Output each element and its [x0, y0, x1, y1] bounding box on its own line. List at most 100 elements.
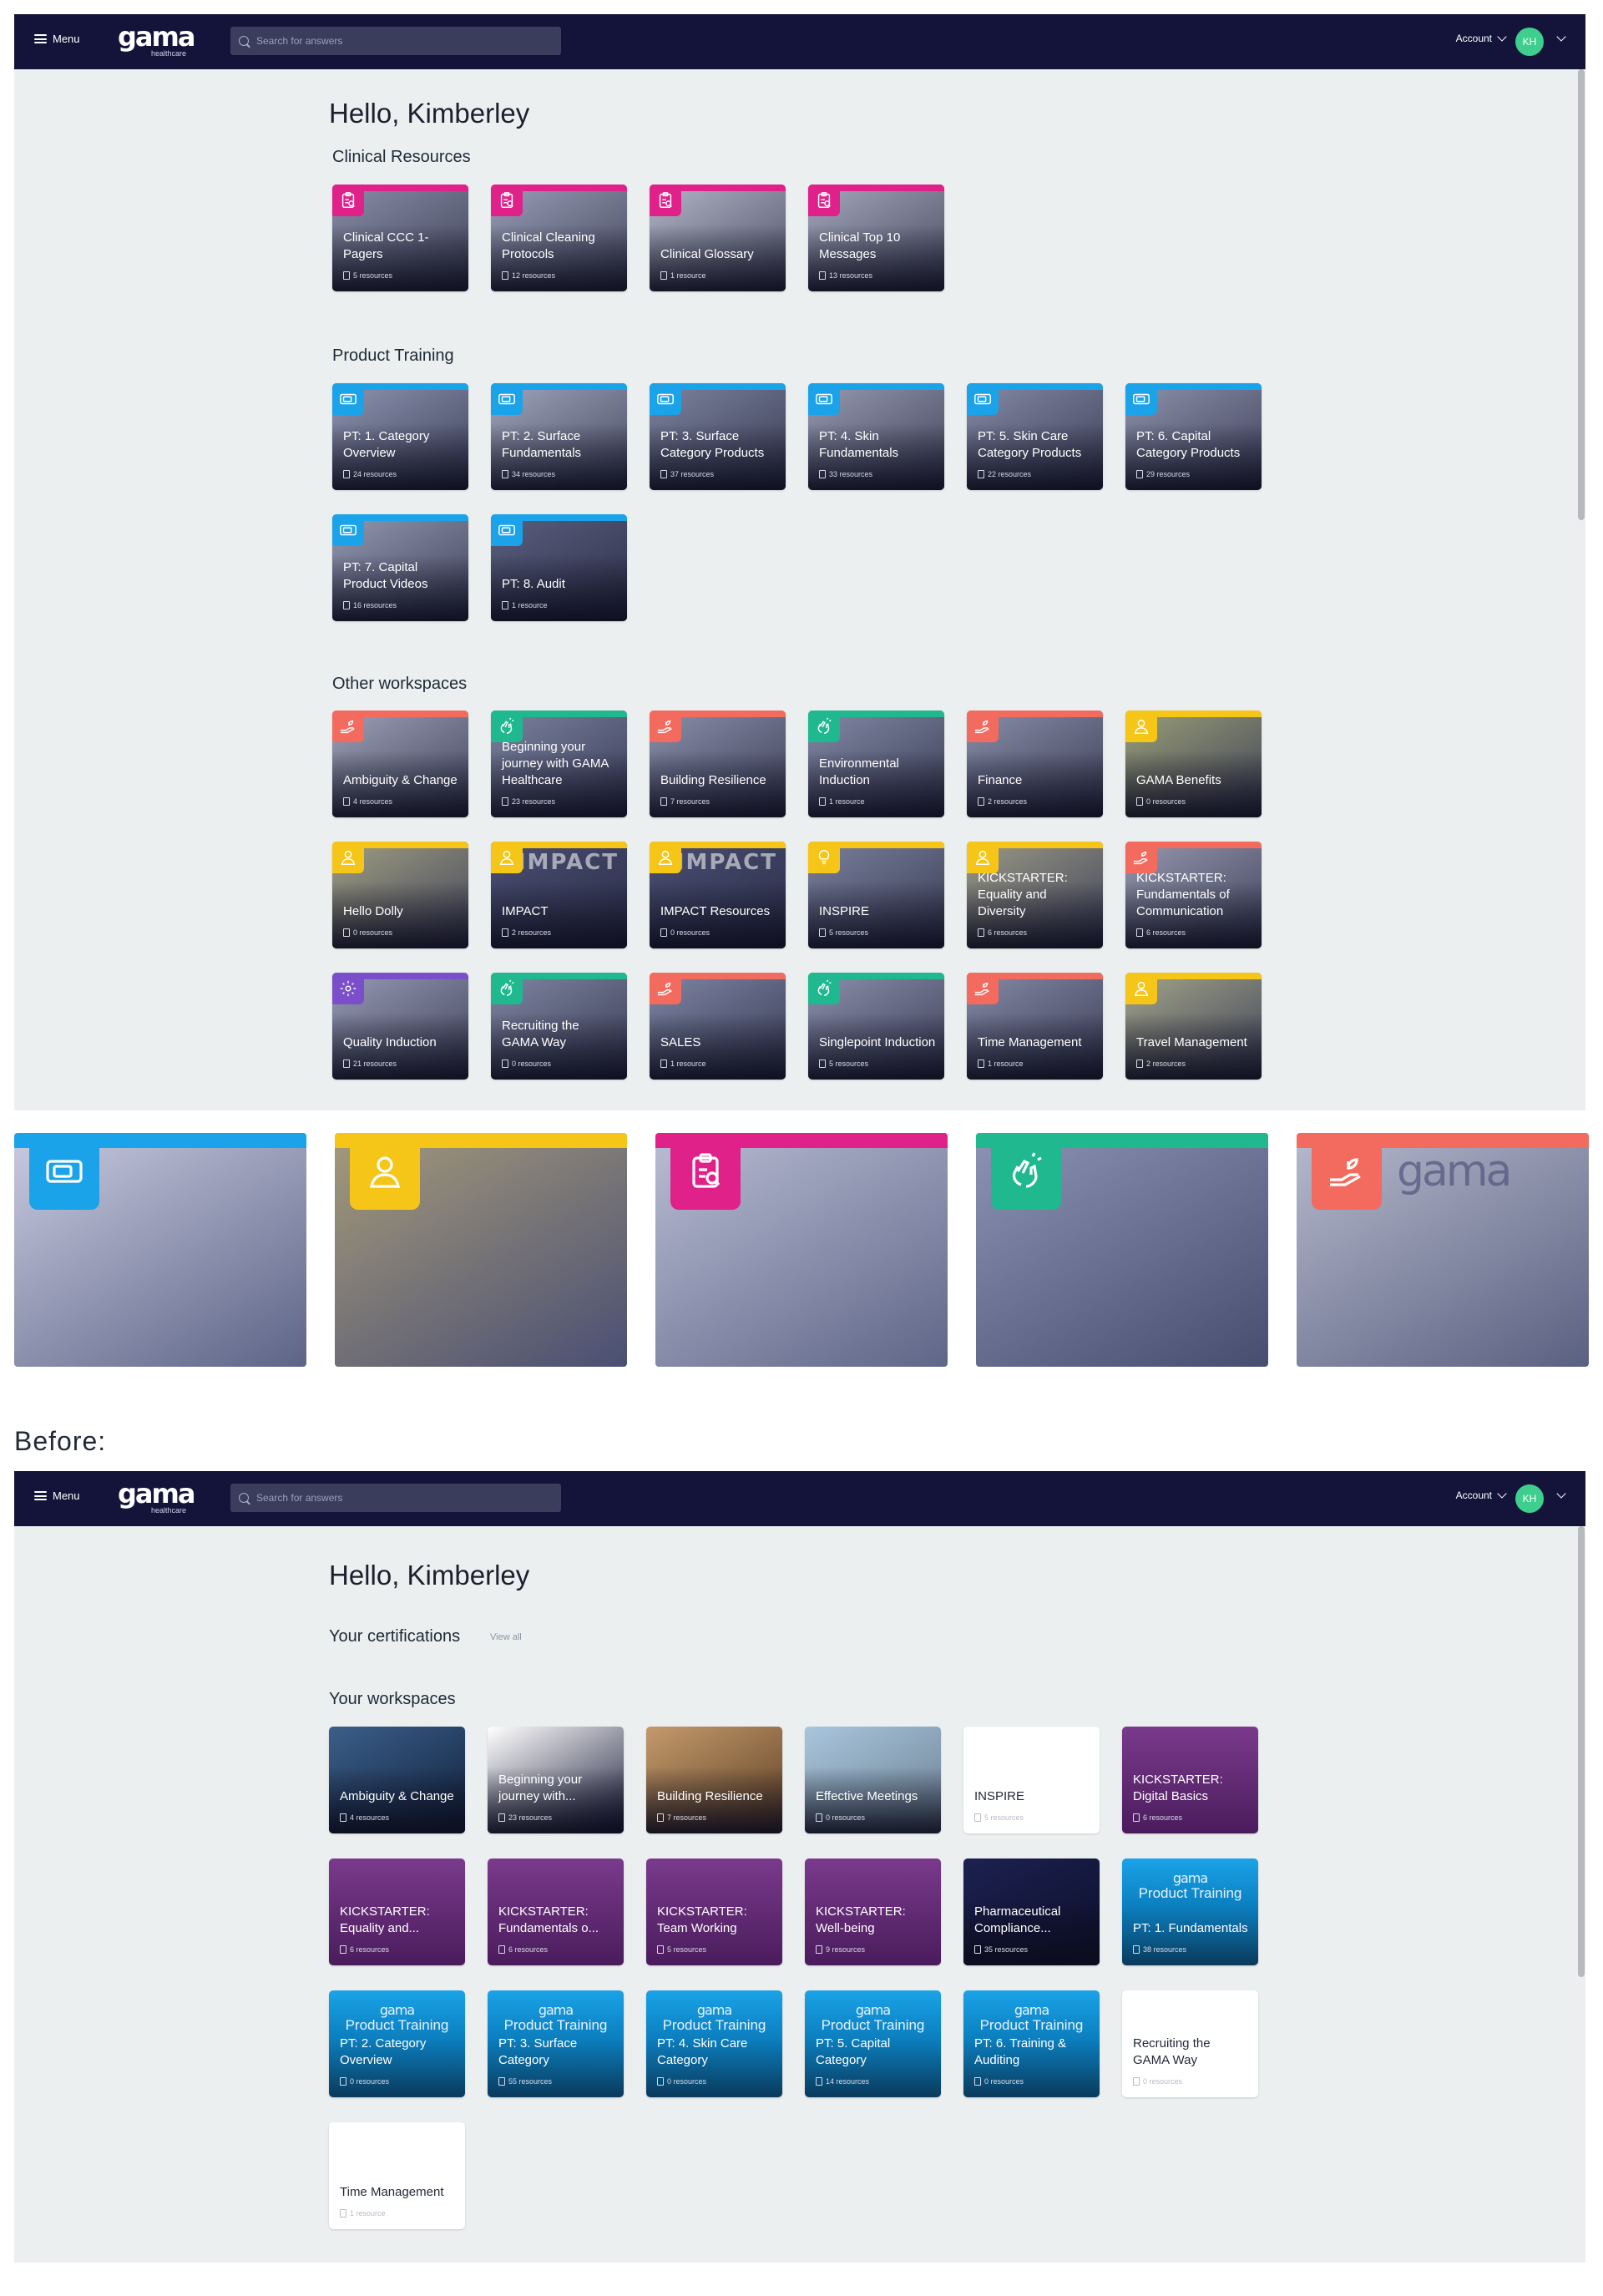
workspace-tile[interactable]: PT: 3. Surface Category Products 37 resou… — [650, 383, 786, 490]
tile-title: Building Resilience — [660, 773, 766, 787]
tile-resource-count: 24 resources — [343, 470, 397, 478]
view-all-link[interactable]: View all — [490, 1632, 522, 1642]
workspace-tile[interactable]: INSPIRE 5 resources — [808, 842, 944, 948]
gama-logo[interactable]: gama healthcare — [118, 1479, 195, 1516]
tile-title: KICKSTARTER: Digital Basics — [1133, 1773, 1223, 1803]
workspace-tile[interactable]: gama Product Training PT: 1. Fundamentals 3… — [1122, 1859, 1258, 1965]
workspace-tile[interactable]: Pharmaceutical Compliance... 35 resources — [963, 1859, 1100, 1965]
tile-resource-count: 1 resource — [340, 2209, 386, 2218]
workspace-tile[interactable]: Finance 2 resources — [967, 711, 1103, 817]
workspace-tile[interactable]: Hello Dolly 0 resources — [332, 842, 468, 948]
workspace-tile[interactable]: KICKSTARTER: Fundamentals o... 6 resource… — [488, 1859, 624, 1965]
account-label: Account — [1455, 33, 1492, 44]
workspace-tile[interactable]: gama Product Training PT: 3. Surface Categ… — [488, 1990, 624, 2097]
workspace-tile[interactable]: KICKSTARTER: Team Working 5 resources — [646, 1859, 782, 1965]
search-bar[interactable] — [230, 1484, 561, 1512]
workspaces-title: Your workspaces — [329, 1690, 456, 1708]
chevron-down-icon[interactable] — [1556, 1489, 1566, 1499]
workspace-tile[interactable]: Ambiguity & Change 4 resources — [332, 711, 468, 817]
workspace-tile[interactable]: SALES 1 resource — [650, 973, 786, 1080]
tile-count-label: 0 resources — [670, 928, 710, 937]
workspace-tile[interactable]: Beginning your journey with... 23 resourc… — [488, 1727, 624, 1833]
workspace-tile[interactable]: Ambiguity & Change 4 resources — [329, 1727, 465, 1833]
workspace-tile[interactable]: PT: 5. Skin Care Category Products 22 res… — [967, 383, 1103, 490]
menu-button[interactable]: Menu — [34, 1489, 80, 1502]
workspace-tile[interactable]: gama Product Training PT: 4. Skin Care Cat… — [646, 1990, 782, 2097]
workspace-tile[interactable]: gama Product Training PT: 5. Capital Categ… — [805, 1990, 941, 2097]
workspace-tile[interactable]: PT: 6. Capital Category Products 29 resou… — [1125, 383, 1262, 490]
tile-count-label: 16 resources — [353, 601, 397, 609]
tile-resource-count: 6 resources — [340, 1945, 389, 1954]
document-icon — [819, 928, 826, 937]
workspace-tile[interactable]: PT: 8. Audit 1 resource — [491, 514, 627, 621]
search-input[interactable] — [255, 34, 559, 48]
workspace-tile[interactable]: Time Management 1 resource — [329, 2122, 465, 2229]
workspace-tile[interactable]: Beginning your journey with GAMA Healthc… — [491, 711, 627, 817]
search-input[interactable] — [255, 1491, 559, 1505]
menu-button[interactable]: Menu — [34, 33, 80, 45]
clipboard-icon — [491, 185, 523, 216]
workspace-tile[interactable]: KICKSTARTER: Fundamentals of Communicati… — [1125, 842, 1262, 948]
workspace-tile[interactable]: Clinical Glossary 1 resource — [650, 185, 786, 291]
document-icon — [1133, 2077, 1140, 2086]
banner-card[interactable]: gama — [1297, 1133, 1589, 1367]
tile-count-label: 5 resources — [984, 1813, 1024, 1822]
workspace-tile[interactable]: Effective Meetings 0 resources — [805, 1727, 941, 1833]
workspace-tile[interactable]: PT: 4. Skin Fundamentals 33 resources — [808, 383, 944, 490]
workspace-tile[interactable]: INSPIRE 5 resources — [963, 1727, 1100, 1833]
avatar[interactable]: KH — [1515, 1484, 1544, 1513]
tile-title: Hello Dolly — [343, 904, 403, 918]
workspace-tile[interactable]: Singlepoint Induction 5 resources — [808, 973, 944, 1080]
workspace-tile[interactable]: PT: 2. Surface Fundamentals 34 resources — [491, 383, 627, 490]
banner-card[interactable] — [976, 1133, 1268, 1367]
avatar[interactable]: KH — [1515, 28, 1544, 56]
workspace-tile[interactable]: GAMA Benefits 0 resources — [1125, 711, 1262, 817]
search-bar[interactable] — [230, 27, 561, 55]
workspace-tile[interactable]: Clinical Top 10 Messages 13 resources — [808, 185, 944, 291]
workspace-tile[interactable]: Clinical CCC 1-Pagers 5 resources — [332, 185, 468, 291]
tile-title: Clinical CCC 1-Pagers — [343, 230, 429, 261]
workspace-tile[interactable]: Building Resilience 7 resources — [646, 1727, 782, 1833]
banner-card[interactable] — [655, 1133, 948, 1367]
workspace-tile[interactable]: PT: 7. Capital Product Videos 16 resource… — [332, 514, 468, 621]
workspace-tile[interactable]: KICKSTARTER: Well-being 9 resources — [805, 1859, 941, 1965]
hand-plant-icon — [332, 711, 364, 742]
workspace-tile[interactable]: Environmental Induction 1 resource — [808, 711, 944, 817]
scrollbar[interactable] — [1578, 69, 1585, 520]
workspace-tile[interactable]: Quality Induction 21 resources — [332, 973, 468, 1080]
workspace-tile[interactable]: Building Resilience 7 resources — [650, 711, 786, 817]
tile-resource-count: 1 resource — [660, 1059, 706, 1068]
tile-title: KICKSTARTER: Equality and... — [340, 1904, 430, 1935]
workspace-tile[interactable]: KICKSTARTER: Digital Basics 6 resources — [1122, 1727, 1258, 1833]
workspace-tile[interactable]: KICKSTARTER: Equality and Diversity 6 res… — [967, 842, 1103, 948]
workspace-tile[interactable]: IMPACT IMPACT 2 resources — [491, 842, 627, 948]
workspace-tile[interactable]: gama Product Training PT: 2. Category Over… — [329, 1990, 465, 2097]
account-menu[interactable]: Account — [1456, 1489, 1507, 1501]
workspace-tile[interactable]: gama Product Training PT: 6. Training & Au… — [963, 1990, 1100, 2097]
workspace-tile[interactable]: Travel Management 2 resources — [1125, 973, 1262, 1080]
account-menu[interactable]: Account — [1455, 32, 1507, 44]
banner-card[interactable] — [14, 1133, 306, 1367]
tile-brand: gama Product Training — [646, 2002, 782, 2034]
banner-card[interactable] — [335, 1133, 627, 1367]
workspace-tile[interactable]: Recruiting the GAMA Way 0 resources — [1122, 1990, 1258, 2097]
gama-logo[interactable]: gama healthcare — [118, 23, 195, 59]
clap-icon — [491, 711, 523, 742]
workspace-tile[interactable]: IMPACT IMPACT Resources 0 resources — [650, 842, 786, 948]
workspace-tile[interactable]: Time Management 1 resource — [967, 973, 1103, 1080]
chevron-down-icon[interactable] — [1556, 32, 1566, 42]
section-title: Clinical Resources — [332, 148, 471, 166]
workspace-tile[interactable]: Clinical Cleaning Protocols 12 resources — [491, 185, 627, 291]
document-icon — [502, 797, 508, 806]
workspace-tile[interactable]: KICKSTARTER: Equality and... 6 resources — [329, 1859, 465, 1965]
tile-title: PT: 5. Skin Care Category Products — [978, 429, 1082, 460]
workspace-tile[interactable]: Recruiting the GAMA Way 0 resources — [491, 973, 627, 1080]
tile-count-label: 23 resources — [508, 1813, 553, 1822]
scrollbar[interactable] — [1578, 1526, 1585, 1977]
clipboard-icon — [332, 185, 364, 216]
workspace-tile[interactable]: PT: 1. Category Overview 24 resources — [332, 383, 468, 490]
tile-count-label: 2 resources — [512, 928, 552, 937]
tile-resource-count: 7 resources — [657, 1813, 706, 1822]
document-icon — [502, 1059, 508, 1068]
tile-title: KICKSTARTER: Fundamentals o... — [498, 1904, 599, 1935]
